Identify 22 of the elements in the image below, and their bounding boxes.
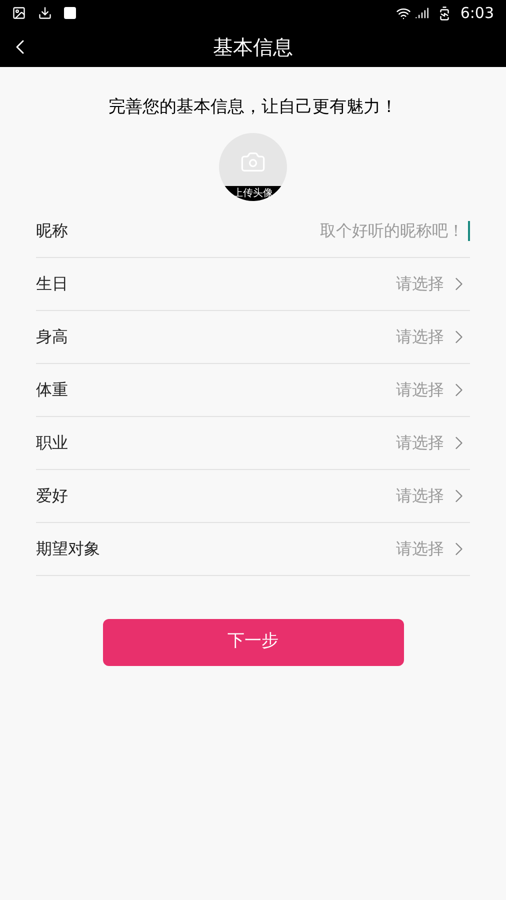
next-button[interactable]: 下一步 — [102, 618, 404, 666]
field-label: 体重 — [36, 378, 68, 400]
select-field[interactable]: 请选择 — [396, 324, 470, 348]
select-field[interactable]: 请选择 — [396, 430, 470, 454]
select-field[interactable]: 请选择 — [396, 484, 470, 508]
field-label: 昵称 — [36, 220, 68, 242]
select-field[interactable]: 请选择 — [396, 536, 470, 560]
field-label: 身高 — [36, 326, 68, 348]
field-label: 生日 — [36, 272, 68, 294]
field-label: 爱好 — [36, 484, 68, 506]
field-label: 职业 — [36, 432, 68, 454]
intro-text: 完善您的基本信息，让自己更有魅力！ — [108, 96, 398, 119]
status-time: 6:03 — [460, 2, 494, 24]
image-icon — [12, 6, 26, 20]
nickname-input[interactable]: 取个好听的昵称吧！ — [304, 218, 470, 242]
window-title: 基本信息 — [213, 34, 293, 60]
wifi-icon — [396, 6, 412, 20]
select-field[interactable]: 请选择 — [396, 378, 470, 402]
signal-icon — [415, 6, 430, 20]
field-label: 期望对象 — [36, 538, 100, 560]
download-icon — [38, 6, 52, 20]
select-field[interactable]: 请选择 — [396, 272, 470, 296]
